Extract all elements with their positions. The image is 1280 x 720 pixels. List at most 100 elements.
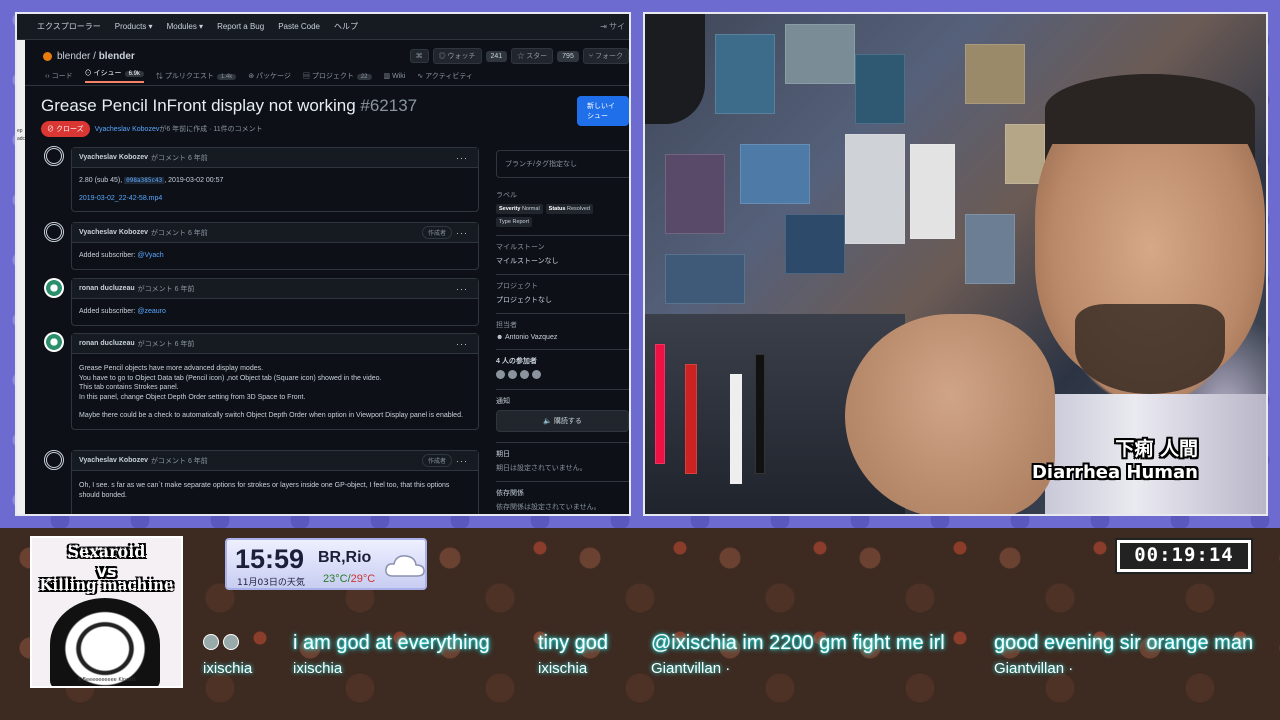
repo-path[interactable]: blender / blender	[57, 51, 135, 62]
mention-link[interactable]: @Vyach	[137, 252, 163, 259]
more-options-icon[interactable]: ···	[456, 228, 468, 238]
comment-body: Grease Pencil objects have more advanced…	[72, 354, 478, 429]
label-status[interactable]: Status Resolved	[545, 204, 593, 214]
comment-body: Added subscriber: @zeauro	[72, 299, 478, 325]
user-avatar[interactable]	[44, 146, 64, 166]
wall-photo	[1005, 124, 1045, 184]
more-options-icon[interactable]: ···	[456, 284, 468, 294]
weather-temperature: 23°C/29°C	[323, 573, 375, 585]
nav-paste-code[interactable]: Paste Code	[278, 22, 320, 31]
nav-help[interactable]: ヘルプ	[334, 21, 358, 32]
gutter-text: ep	[17, 128, 23, 134]
person-hair	[1045, 74, 1255, 144]
participant-avatar[interactable]	[532, 370, 541, 379]
more-options-icon[interactable]: ···	[456, 456, 468, 466]
tab-code[interactable]: ‹› コード	[45, 71, 73, 81]
project-heading[interactable]: プロジェクト	[496, 281, 629, 291]
more-options-icon[interactable]: ···	[456, 153, 468, 163]
label-row: Type Report	[496, 217, 629, 227]
comment-line: Oh, I see. s far as we can`t make separa…	[79, 482, 450, 499]
mention-link[interactable]: @zeauro	[137, 308, 166, 315]
star-count[interactable]: 795	[557, 50, 579, 62]
nav-explore[interactable]: エクスプローラー	[37, 21, 101, 32]
user-avatar[interactable]	[44, 222, 64, 242]
watch-label: ウォッチ	[447, 53, 476, 60]
milestone-heading[interactable]: マイルストーン	[496, 242, 629, 252]
comment: ronan ducluzeau がコメント 6 年前 ··· Added sub…	[71, 278, 479, 326]
notifications-heading: 通知	[496, 398, 510, 405]
comment-author[interactable]: ronan ducluzeau	[79, 285, 135, 292]
repo-header: blender / blender ⌘ ◎ ウォッチ 241 ☆ スター 795…	[17, 46, 629, 66]
top-navigation: エクスプローラー Products ▾ Modules ▾ Report a B…	[17, 14, 629, 40]
tab-packages[interactable]: ⊛ パッケージ	[248, 71, 291, 81]
more-options-icon[interactable]: ···	[456, 339, 468, 349]
tab-projects[interactable]: ▤ プロジェクト 22	[303, 71, 372, 81]
divider	[496, 389, 629, 390]
comment-author[interactable]: Vyacheslav Kobozev	[79, 154, 148, 161]
cover-title-line: Sexaroid	[67, 542, 146, 561]
tab-count: 6.9k	[124, 71, 144, 77]
participant-avatar[interactable]	[496, 370, 505, 379]
fork-button[interactable]: ⑂ フォーク	[582, 48, 629, 64]
clock-weather-widget: 15:59 BR,Rio 11月03日の天気 23°C/29°C	[225, 538, 427, 590]
branch-selector[interactable]: ブランチ/タグ指定なし	[496, 150, 629, 178]
repo-stats: ⌘ ◎ ウォッチ 241 ☆ スター 795 ⑂ フォーク	[409, 48, 629, 64]
comment-time: がコメント 6 年前	[151, 154, 208, 162]
due-date-value: 期日は設定されていません。	[496, 465, 587, 472]
comment-author[interactable]: Vyacheslav Kobozev	[79, 229, 148, 236]
user-avatar[interactable]	[44, 278, 64, 298]
attachment-link[interactable]: 2019-03-02_22-42-58.mp4	[79, 195, 162, 202]
commit-sha-link[interactable]: 098a385c43	[124, 177, 165, 184]
assignee-name: Antonio Vazquez	[504, 334, 558, 341]
tab-activity[interactable]: ∿ アクティビティ	[417, 71, 473, 81]
tab-wiki[interactable]: ▥ Wiki	[384, 72, 406, 80]
assignee-value[interactable]: ☻ Antonio Vazquez	[496, 334, 629, 341]
comment-author[interactable]: Vyacheslav Kobozev	[79, 457, 148, 464]
comment-header: Vyacheslav Kobozev がコメント 6 年前 ···	[72, 148, 478, 168]
chat-text: i am god at everything	[293, 632, 490, 654]
divider	[496, 442, 629, 443]
tab-issues[interactable]: ⊙ イシュー 6.9k	[84, 68, 144, 83]
nav-products[interactable]: Products ▾	[115, 22, 153, 31]
user-avatar[interactable]	[44, 450, 64, 470]
pen	[655, 344, 665, 464]
comment: Vyacheslav Kobozev がコメント 6 年前 作成者 ··· Ad…	[71, 222, 479, 270]
issue-title-text: Grease Pencil InFront display not workin…	[41, 96, 356, 115]
assignee-heading[interactable]: 担当者	[496, 320, 629, 330]
wall-photo	[665, 254, 745, 304]
comment-line: In this panel, change Object Depth Order…	[79, 393, 306, 401]
issue-number: #62137	[360, 96, 418, 115]
user-avatar[interactable]	[44, 332, 64, 352]
comment-author[interactable]: ronan ducluzeau	[79, 340, 135, 347]
issue-author-link[interactable]: Vyacheslav Kobozev	[95, 126, 160, 133]
repo-name[interactable]: blender	[99, 51, 135, 62]
gutter-text: adc	[17, 136, 26, 142]
participant-avatar[interactable]	[520, 370, 529, 379]
nav-modules[interactable]: Modules ▾	[167, 22, 203, 31]
wall-photo	[855, 54, 905, 124]
wall-photo	[845, 134, 905, 244]
participant-avatar[interactable]	[508, 370, 517, 379]
weather-date: 11月03日の天気	[237, 578, 305, 588]
sign-in-link[interactable]: ⇥ サイ	[600, 21, 629, 32]
label-severity[interactable]: Severity Normal	[496, 204, 543, 214]
new-issue-button[interactable]: 新しいイシュー	[577, 96, 629, 126]
chat-user: ixischia	[203, 660, 253, 677]
rss-button[interactable]: ⌘	[409, 49, 429, 63]
subscribe-button[interactable]: 🔈 購読する	[496, 410, 629, 432]
star-button[interactable]: ☆ スター	[511, 48, 554, 64]
pen	[755, 354, 765, 474]
labels-heading[interactable]: ラベル	[496, 190, 629, 200]
nav-report-bug[interactable]: Report a Bug	[217, 22, 264, 31]
chat-user: Giantvillan ·	[994, 660, 1074, 677]
blender-logo-icon	[43, 51, 52, 61]
watch-button[interactable]: ◎ ウォッチ	[432, 48, 482, 64]
repo-owner[interactable]: blender	[57, 51, 90, 62]
due-date-heading: 期日	[496, 451, 510, 458]
watch-count[interactable]: 241	[485, 50, 508, 62]
tab-pull-requests[interactable]: ⇅ プルリクエスト 1.4k	[156, 71, 237, 81]
label-type[interactable]: Type Report	[496, 217, 532, 227]
weather-location: BR,Rio	[318, 549, 372, 566]
issue-meta: が6 年前に作成 · 11件のコメント	[159, 126, 263, 133]
wall-photo	[665, 154, 725, 234]
